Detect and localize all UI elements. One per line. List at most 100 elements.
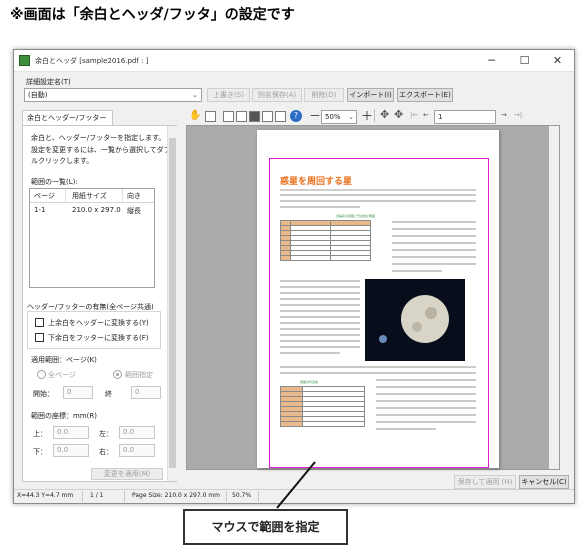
status-page-size: Page Size: 210.0 x 297.0 mm — [132, 492, 220, 499]
hand-tool-icon[interactable]: ✋ — [189, 110, 201, 122]
left-input[interactable]: 0.0 — [119, 426, 155, 439]
doc-title: 惑星を周回する星 — [280, 177, 353, 187]
satellite-table — [280, 386, 365, 427]
footer-checkbox[interactable] — [35, 333, 44, 342]
start-label: 開始： — [33, 390, 54, 398]
page-number-input[interactable]: 1 — [434, 110, 496, 124]
close-button[interactable]: ✕ — [541, 50, 574, 72]
scope-label: 適用範囲：ページ(K) — [31, 356, 97, 364]
callout-pointer — [276, 461, 316, 509]
text-line — [376, 414, 476, 416]
end-input[interactable]: 0 — [131, 386, 161, 399]
fit-width-icon[interactable]: ✥ — [380, 108, 389, 121]
right-input[interactable]: 0.0 — [119, 444, 155, 457]
document-page: 惑星を周回する星 太陽系の惑星と代表的な衛星 惑星の代表的 — [257, 130, 499, 468]
first-page-button[interactable]: |← — [410, 111, 418, 119]
prev-page-button[interactable]: ← — [423, 111, 429, 119]
import-button[interactable]: インポート(I) — [347, 88, 394, 102]
description-line-1: 余白と、ヘッダー/フッターを指定します。 — [31, 134, 166, 142]
moon-disc — [401, 295, 449, 343]
margin-selection-rect[interactable]: 惑星を周回する星 太陽系の惑星と代表的な衛星 惑星の代表的 — [269, 158, 489, 468]
end-label: 終 — [105, 390, 112, 398]
cancel-button[interactable]: キャンセル(C) — [519, 475, 569, 489]
status-separator — [82, 491, 83, 502]
save-apply-button[interactable]: 保存して適用 (H) — [454, 475, 516, 489]
cell-page: 1-1 — [34, 206, 46, 214]
range-radio[interactable] — [113, 370, 122, 379]
text-line — [376, 428, 436, 430]
right-label: 右： — [99, 448, 113, 456]
scrollbar-thumb[interactable] — [169, 138, 176, 468]
range-radio-label: 範囲指定 — [125, 371, 153, 379]
description-line-3: ルクリックします。 — [31, 157, 94, 165]
settings-panel: 余白と、ヘッダー/フッターを指定します。 設定を変更するには、一覧から選択してダ… — [22, 125, 177, 482]
bottom-input[interactable]: 0.0 — [53, 444, 89, 457]
header-checkbox[interactable] — [35, 318, 44, 327]
text-line — [280, 200, 476, 202]
status-coords: X=44.3 Y=4.7 mm — [17, 492, 74, 499]
text-line — [280, 286, 360, 288]
status-separator — [124, 491, 125, 502]
moon-image — [365, 279, 465, 361]
text-line — [392, 228, 476, 230]
preview-scrollbar[interactable] — [549, 126, 559, 469]
title-bar: 余白とヘッダ [sample2016.pdf : ] ─ ☐ ✕ — [14, 50, 574, 72]
delete-button[interactable]: 削除(D) — [304, 88, 344, 102]
preset-label: 詳細設定名(T) — [26, 78, 71, 86]
window-title: 余白とヘッダ [sample2016.pdf : ] — [35, 57, 149, 65]
chevron-down-icon: ⌄ — [192, 91, 198, 99]
image-view-icon[interactable] — [249, 111, 260, 122]
fit-page-icon[interactable] — [205, 111, 216, 122]
left-label: 左： — [99, 430, 113, 438]
preset-select[interactable]: (自動) ⌄ — [24, 88, 202, 102]
save-as-button[interactable]: 別名保存(A) — [252, 88, 302, 102]
last-page-button[interactable]: →| — [514, 111, 522, 119]
apply-change-button[interactable]: 変更を適用(M) — [91, 468, 163, 480]
text-line — [280, 298, 360, 300]
top-label: 上： — [33, 430, 47, 438]
text-line — [280, 194, 476, 196]
range-list-label: 範囲の一覧(L): — [31, 178, 78, 186]
margin-header-footer-window: 余白とヘッダ [sample2016.pdf : ] ─ ☐ ✕ 詳細設定名(T… — [13, 49, 575, 504]
cell-orientation: 縦長 — [127, 207, 141, 215]
text-view-icon[interactable] — [262, 111, 273, 122]
footer-checkbox-label: 下余白をフッターに変換する(F) — [48, 334, 149, 342]
zoom-in-button[interactable]: ＋ — [361, 107, 373, 124]
fit-height-icon[interactable]: ✥ — [394, 108, 403, 121]
minimize-button[interactable]: ─ — [475, 50, 508, 72]
next-page-button[interactable]: → — [501, 111, 507, 119]
overwrite-button[interactable]: 上書き(S) — [207, 88, 250, 102]
text-line — [376, 386, 476, 388]
clear-icon[interactable] — [275, 111, 286, 122]
text-line — [280, 280, 360, 282]
export-button[interactable]: エクスポート(E) — [397, 88, 453, 102]
text-line — [280, 352, 340, 354]
zoom-value: 50% — [325, 113, 341, 121]
bottom-label: 下： — [33, 448, 47, 456]
text-line — [280, 334, 360, 336]
cell-paper-size: 210.0 x 297.0 — [72, 206, 121, 214]
text-line — [280, 328, 360, 330]
range-list[interactable]: ページ 用紙サイズ 向き 1-1 210.0 x 297.0 縦長 — [29, 188, 155, 288]
text-line — [376, 379, 476, 381]
table-row[interactable]: 1-1 210.0 x 297.0 縦長 — [30, 204, 154, 217]
single-page-icon[interactable] — [223, 111, 234, 122]
panel-scrollbar[interactable] — [167, 126, 177, 481]
top-input[interactable]: 0.0 — [53, 426, 89, 439]
tab-margin-header-footer[interactable]: 余白とヘッダー/フッター — [22, 110, 113, 126]
zoom-select[interactable]: 50% ⌄ — [321, 110, 357, 124]
start-input[interactable]: 0 — [63, 386, 93, 399]
text-line — [280, 206, 360, 208]
page-view-icon[interactable] — [236, 111, 247, 122]
help-icon[interactable]: ? — [290, 110, 302, 122]
zoom-out-button[interactable]: － — [309, 107, 321, 124]
all-pages-radio[interactable] — [37, 370, 46, 379]
maximize-button[interactable]: ☐ — [508, 50, 541, 72]
text-line — [280, 322, 360, 324]
chevron-down-icon: ⌄ — [348, 113, 354, 121]
text-line — [280, 346, 360, 348]
coords-label: 範囲の座標：mm(R) — [31, 412, 97, 420]
doc-table-title: 太陽系の惑星と代表的な衛星 — [336, 214, 376, 218]
all-pages-radio-label: 全ページ — [48, 371, 76, 379]
text-line — [376, 421, 476, 423]
